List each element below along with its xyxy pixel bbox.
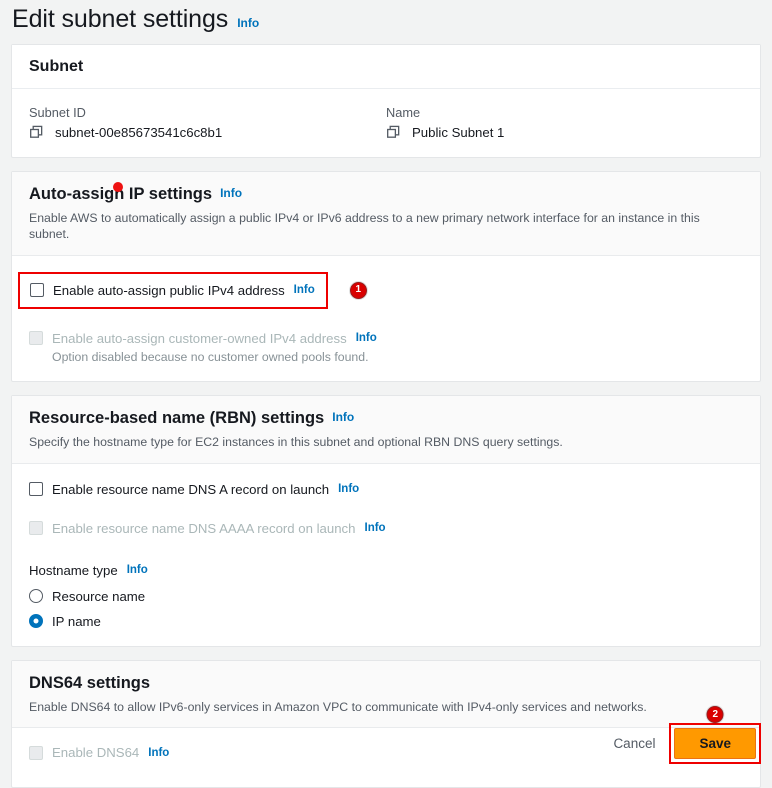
customer-owned-disabled-note: Option disabled because no customer owne… bbox=[52, 349, 369, 364]
rbn-card-title: Resource-based name (RBN) settings bbox=[29, 408, 325, 427]
save-button-highlight: 2 Save bbox=[669, 706, 761, 764]
subnet-name-label: Name bbox=[386, 104, 421, 120]
enable-dns64-checkbox bbox=[29, 745, 43, 760]
subnet-card: Subnet Subnet ID subnet-00e85673541c6c8b… bbox=[11, 43, 761, 158]
dns-aaaa-record-row: Enable resource name DNS AAAA record on … bbox=[29, 521, 743, 536]
subnet-name-value-row: Public Subnet 1 bbox=[386, 125, 743, 140]
enable-dns64-info-link[interactable]: Info bbox=[148, 747, 169, 759]
enable-dns-a-record-info-link[interactable]: Info bbox=[338, 483, 359, 495]
hostname-type-option-resource-name[interactable]: Resource name bbox=[29, 589, 743, 604]
enable-auto-assign-customer-owned-ipv4-info-link[interactable]: Info bbox=[356, 332, 377, 344]
subnet-name-value: Public Subnet 1 bbox=[412, 124, 505, 140]
hostname-type-option-ip-name[interactable]: IP name bbox=[29, 614, 743, 629]
cancel-button[interactable]: Cancel bbox=[599, 729, 669, 758]
copy-icon[interactable] bbox=[386, 125, 401, 140]
subnet-detail-columns: Subnet ID subnet-00e85673541c6c8b1 Name bbox=[29, 105, 743, 140]
enable-auto-assign-public-ipv4-checkbox[interactable] bbox=[30, 283, 44, 298]
enable-dns-aaaa-record-label: Enable resource name DNS AAAA record on … bbox=[52, 520, 356, 536]
auto-assign-card-header: Auto-assign IP settings Info Enable AWS t… bbox=[12, 171, 760, 256]
ip-name-label: IP name bbox=[52, 613, 101, 629]
auto-assign-public-ipv4-highlight: Enable auto-assign public IPv4 address I… bbox=[18, 271, 328, 309]
copy-icon[interactable] bbox=[29, 125, 44, 140]
page-title: Edit subnet settings bbox=[12, 5, 229, 33]
dns-a-record-row: Enable resource name DNS A record on lau… bbox=[29, 482, 743, 497]
auto-assign-customer-owned-ipv4-row: Enable auto-assign customer-owned IPv4 a… bbox=[29, 331, 743, 346]
enable-auto-assign-public-ipv4-info-link[interactable]: Info bbox=[294, 284, 315, 296]
auto-assign-public-ipv4-row: Enable auto-assign public IPv4 address I… bbox=[18, 271, 743, 309]
subnet-id-field: Subnet ID subnet-00e85673541c6c8b1 bbox=[29, 105, 386, 140]
auto-assign-card-title: Auto-assign IP settings bbox=[29, 184, 213, 203]
auto-assign-card-body: Enable auto-assign public IPv4 address I… bbox=[12, 256, 760, 381]
rbn-card-description: Specify the hostname type for EC2 instan… bbox=[29, 434, 563, 449]
subnet-card-title: Subnet bbox=[29, 57, 84, 75]
hostname-type-info-link[interactable]: Info bbox=[127, 564, 148, 576]
subnet-card-header: Subnet bbox=[12, 44, 760, 89]
resource-name-radio[interactable] bbox=[29, 589, 43, 604]
enable-dns64-label: Enable DNS64 bbox=[52, 745, 140, 761]
rbn-info-link[interactable]: Info bbox=[332, 410, 354, 424]
annotation-badge-2: 2 bbox=[706, 706, 724, 723]
auto-assign-customer-owned-ipv4-block: Enable auto-assign customer-owned IPv4 a… bbox=[29, 331, 743, 364]
auto-assign-ip-settings-card: Auto-assign IP settings Info Enable AWS t… bbox=[11, 170, 761, 382]
enable-dns-a-record-checkbox[interactable] bbox=[29, 482, 43, 497]
subnet-id-value: subnet-00e85673541c6c8b1 bbox=[55, 124, 223, 140]
subnet-card-body: Subnet ID subnet-00e85673541c6c8b1 Name bbox=[12, 89, 760, 157]
dns64-card-title: DNS64 settings bbox=[29, 673, 151, 692]
subnet-id-value-row: subnet-00e85673541c6c8b1 bbox=[29, 125, 386, 140]
hostname-type-label: Hostname type bbox=[29, 562, 118, 578]
auto-assign-info-link[interactable]: Info bbox=[220, 186, 242, 200]
page-info-link[interactable]: Info bbox=[237, 16, 259, 30]
footer-actions: Cancel 2 Save bbox=[599, 706, 761, 764]
annotation-badge-1: 1 bbox=[349, 281, 367, 299]
enable-dns-aaaa-record-info-link[interactable]: Info bbox=[365, 522, 386, 534]
subnet-id-label: Subnet ID bbox=[29, 104, 86, 120]
enable-auto-assign-customer-owned-ipv4-label: Enable auto-assign customer-owned IPv4 a… bbox=[52, 330, 347, 346]
enable-auto-assign-customer-owned-ipv4-checkbox bbox=[29, 331, 43, 346]
hostname-type-label-row: Hostname type Info bbox=[29, 563, 743, 578]
hostname-type-group: Hostname type Info Resource name IP name bbox=[29, 563, 743, 629]
dns64-card-description: Enable DNS64 to allow IPv6-only services… bbox=[29, 699, 647, 714]
ip-name-radio[interactable] bbox=[29, 614, 43, 629]
enable-dns-a-record-label: Enable resource name DNS A record on lau… bbox=[52, 481, 330, 497]
save-button[interactable]: Save bbox=[674, 728, 756, 759]
dns64-card-header: DNS64 settings Enable DNS64 to allow IPv… bbox=[12, 660, 760, 729]
rbn-settings-card: Resource-based name (RBN) settings Info S… bbox=[11, 394, 761, 647]
resource-name-label: Resource name bbox=[52, 588, 146, 604]
enable-dns-aaaa-record-checkbox bbox=[29, 521, 43, 536]
rbn-card-header: Resource-based name (RBN) settings Info S… bbox=[12, 395, 760, 464]
page-header: Edit subnet settings Info bbox=[0, 0, 772, 44]
subnet-name-field: Name Public Subnet 1 bbox=[386, 105, 743, 140]
enable-auto-assign-public-ipv4-label: Enable auto-assign public IPv4 address bbox=[53, 282, 285, 298]
auto-assign-card-description: Enable AWS to automatically assign a pub… bbox=[29, 210, 700, 242]
rbn-card-body: Enable resource name DNS A record on lau… bbox=[12, 464, 760, 646]
